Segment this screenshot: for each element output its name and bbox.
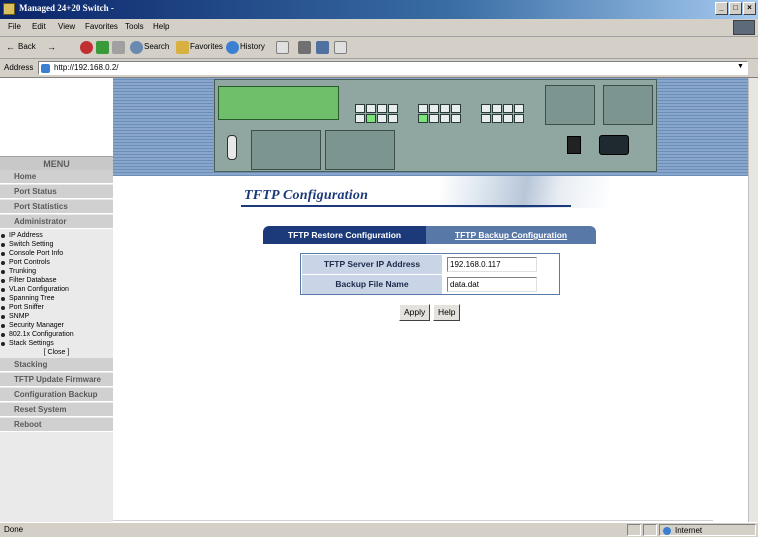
module-slot xyxy=(325,130,395,170)
form-row: TFTP Server IP Address 192.168.0.117 xyxy=(302,255,558,274)
close-button[interactable]: × xyxy=(743,2,756,15)
cable-graphic xyxy=(440,176,610,208)
sidebar-sub-port-controls[interactable]: Port Controls xyxy=(0,258,113,267)
sidebar-item-stacking[interactable]: Stacking xyxy=(0,358,113,372)
address-bar: Address http://192.168.0.2/ ▼ xyxy=(0,59,758,78)
console-port-icon xyxy=(227,135,237,160)
server-ip-label: TFTP Server IP Address xyxy=(302,255,442,274)
print-icon[interactable] xyxy=(298,41,311,54)
sidebar-item-reset-system[interactable]: Reset System xyxy=(0,403,113,417)
sidebar-sub-802-1x-configuration[interactable]: 802.1x Configuration xyxy=(0,330,113,339)
refresh-icon[interactable] xyxy=(96,41,109,54)
footer-divider xyxy=(113,520,713,521)
page-scrollbar[interactable] xyxy=(748,78,758,522)
tab-tftp-restore[interactable]: TFTP Restore Configuration xyxy=(263,226,426,244)
address-label: Address xyxy=(4,63,34,72)
sidebar-sub-vlan-configuration[interactable]: VLan Configuration xyxy=(0,285,113,294)
sidebar-sub-security-manager[interactable]: Security Manager xyxy=(0,321,113,330)
menu-help[interactable]: Help xyxy=(153,22,169,31)
page-icon xyxy=(41,64,50,73)
search-button[interactable]: Search xyxy=(144,42,169,51)
minimize-button[interactable]: _ xyxy=(715,2,728,15)
maximize-button[interactable]: □ xyxy=(729,2,742,15)
back-button[interactable]: Back xyxy=(18,42,36,51)
mail-icon[interactable] xyxy=(276,41,289,54)
sidebar-menu: Home Port Status Port Statistics Adminis… xyxy=(0,170,113,522)
status-bar: Done Internet xyxy=(0,522,758,537)
menu-file[interactable]: File xyxy=(8,22,21,31)
home-icon[interactable] xyxy=(112,41,125,54)
sidebar-sub-ip-address[interactable]: IP Address xyxy=(0,231,113,240)
sidebar-item-port-status[interactable]: Port Status xyxy=(0,185,113,199)
favorites-button[interactable]: Favorites xyxy=(190,42,223,51)
module-slot xyxy=(603,85,653,125)
search-icon[interactable] xyxy=(130,41,143,54)
ie-logo-icon xyxy=(733,20,755,35)
apply-button[interactable]: Apply xyxy=(399,304,431,321)
sidebar-sub-stack-settings[interactable]: Stack Settings xyxy=(0,339,113,348)
menu-tools[interactable]: Tools xyxy=(125,22,144,31)
backup-file-label: Backup File Name xyxy=(302,275,442,294)
power-switch-icon xyxy=(567,136,581,154)
sidebar-item-home[interactable]: Home xyxy=(0,170,113,184)
favorites-icon[interactable] xyxy=(176,41,189,54)
form-row: Backup File Name data.dat xyxy=(302,275,558,294)
tftp-form: TFTP Server IP Address 192.168.0.117 Bac… xyxy=(300,253,560,295)
menu-bar: File Edit View Favorites Tools Help xyxy=(0,19,758,37)
page-viewport: MENU Home Port Status Port Statistics Ad… xyxy=(0,78,748,522)
module-slot xyxy=(251,130,321,170)
sidebar-sub-switch-setting[interactable]: Switch Setting xyxy=(0,240,113,249)
history-button[interactable]: History xyxy=(240,42,265,51)
sidebar-sub-trunking[interactable]: Trunking xyxy=(0,267,113,276)
stop-icon[interactable] xyxy=(80,41,93,54)
module-slot xyxy=(545,85,595,125)
forward-arrow-icon[interactable]: → xyxy=(47,42,56,52)
backup-file-input[interactable]: data.dat xyxy=(447,277,537,292)
sidebar-item-port-statistics[interactable]: Port Statistics xyxy=(0,200,113,214)
edit-icon[interactable] xyxy=(316,41,329,54)
title-divider xyxy=(241,205,571,207)
switch-front-panel-image xyxy=(214,79,657,172)
window-title: Managed 24+20 Switch - xyxy=(19,3,114,13)
port-led-block xyxy=(218,86,339,120)
status-pane xyxy=(643,524,657,536)
tab-tftp-backup[interactable]: TFTP Backup Configuration xyxy=(426,226,596,244)
status-text: Done xyxy=(4,525,24,534)
sidebar-sub-snmp[interactable]: SNMP xyxy=(0,312,113,321)
sidebar-item-tftp-update-firmware[interactable]: TFTP Update Firmware xyxy=(0,373,113,387)
back-arrow-icon[interactable]: ← xyxy=(6,42,15,52)
sidebar-sub-spanning-tree[interactable]: Spanning Tree xyxy=(0,294,113,303)
sidebar-sub-filter-database[interactable]: Filter Database xyxy=(0,276,113,285)
sidebar-sub-console-port-info[interactable]: Console Port Info xyxy=(0,249,113,258)
address-input[interactable]: http://192.168.0.2/ ▼ xyxy=(38,61,748,75)
chevron-down-icon[interactable]: ▼ xyxy=(736,63,745,73)
app-icon xyxy=(3,3,15,15)
discuss-icon[interactable] xyxy=(334,41,347,54)
zone-label: Internet xyxy=(675,526,703,535)
sidebar-close-link[interactable]: [ Close ] xyxy=(0,348,113,357)
window-titlebar[interactable]: Managed 24+20 Switch - _ □ × xyxy=(0,0,758,19)
sidebar-sub-port-sniffer[interactable]: Port Sniffer xyxy=(0,303,113,312)
menu-view[interactable]: View xyxy=(58,22,75,31)
help-button[interactable]: Help xyxy=(433,304,461,321)
server-ip-input[interactable]: 192.168.0.117 xyxy=(447,257,537,272)
menu-favorites[interactable]: Favorites xyxy=(85,22,118,31)
browser-toolbar: ← Back → Search Favorites History xyxy=(0,37,758,59)
globe-icon xyxy=(663,527,671,535)
address-url: http://192.168.0.2/ xyxy=(54,63,119,72)
config-tabs: TFTP Restore Configuration TFTP Backup C… xyxy=(263,226,596,244)
sidebar-item-reboot[interactable]: Reboot xyxy=(0,418,113,432)
menu-edit[interactable]: Edit xyxy=(32,22,46,31)
sidebar-title: MENU xyxy=(0,156,113,170)
history-icon[interactable] xyxy=(226,41,239,54)
power-socket-icon xyxy=(599,135,629,155)
sidebar-item-administrator[interactable]: Administrator xyxy=(0,215,113,229)
page-title: TFTP Configuration xyxy=(244,188,369,203)
sidebar-item-configuration-backup[interactable]: Configuration Backup xyxy=(0,388,113,402)
status-pane xyxy=(627,524,641,536)
zone-pane: Internet xyxy=(659,524,756,536)
